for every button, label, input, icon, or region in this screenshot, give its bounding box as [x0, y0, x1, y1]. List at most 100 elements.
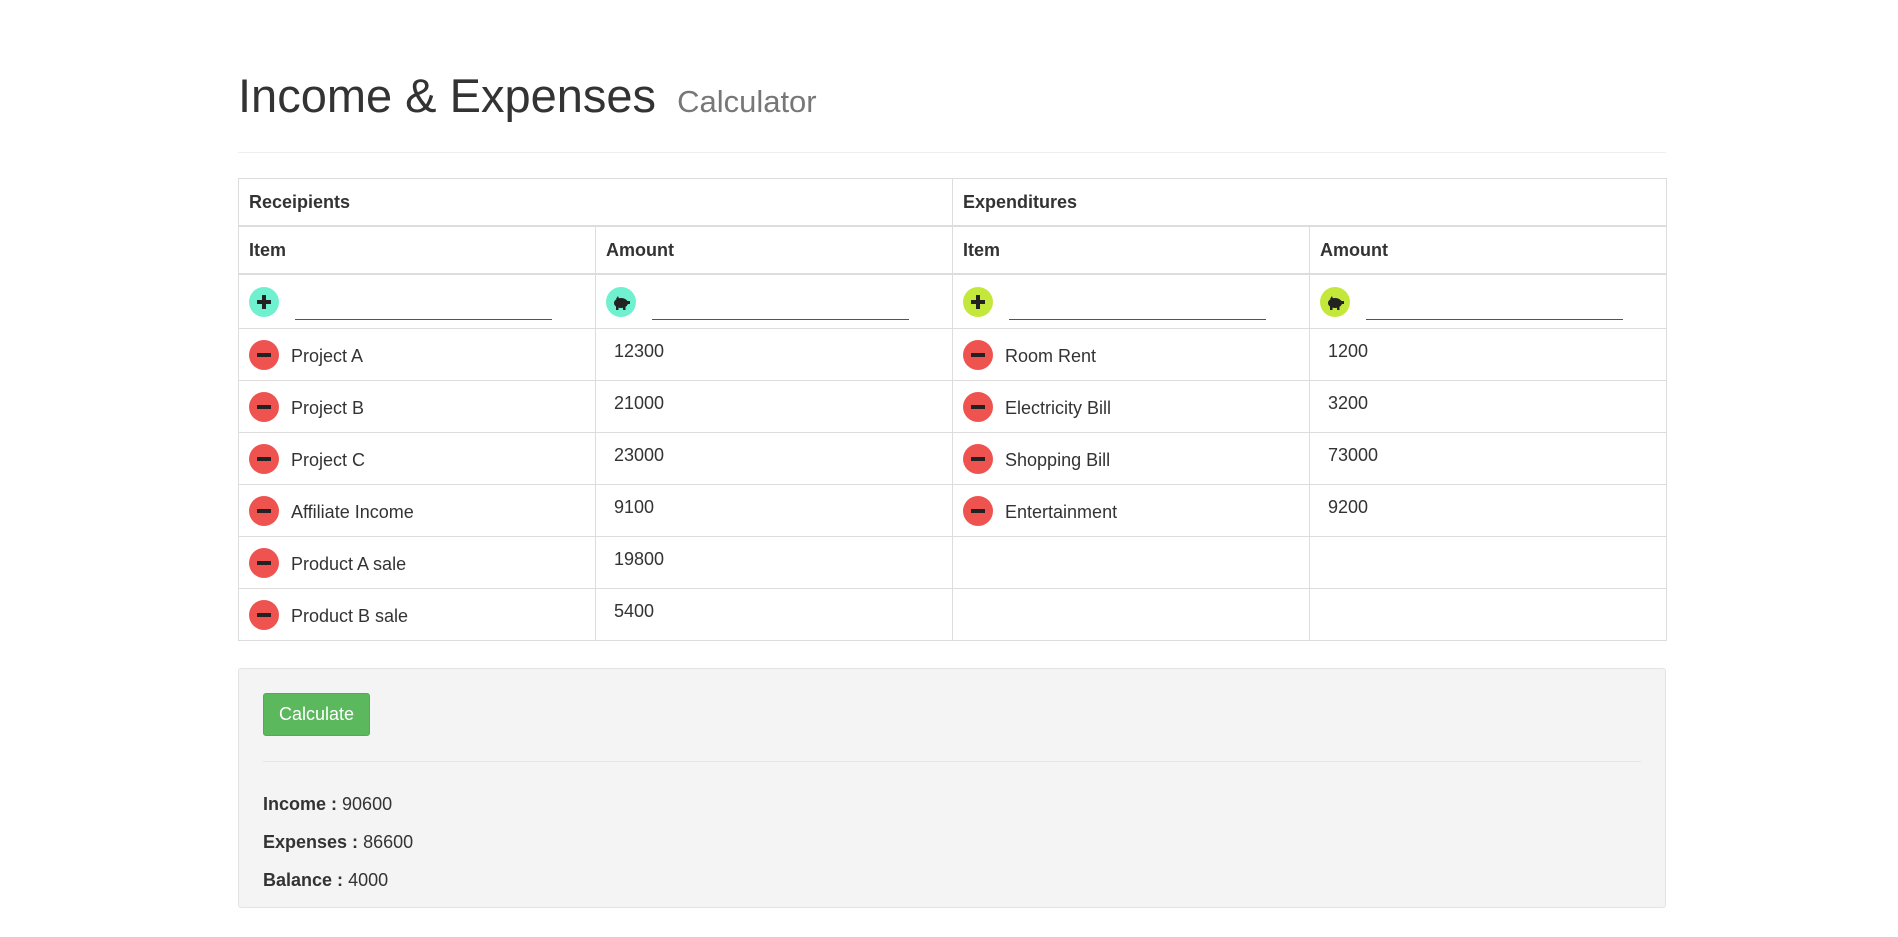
expenditures-remove-button[interactable]	[963, 391, 994, 422]
table-row: Project A 12300 Room Rent 1200	[238, 328, 1668, 381]
receipts-amount-value: 19800	[614, 549, 665, 569]
piggy-bank-icon	[614, 295, 630, 310]
receipts-item-input[interactable]	[295, 295, 552, 320]
receipts-item-label: Affiliate Income	[291, 502, 414, 522]
expenses-result: Expenses : 86600	[263, 823, 1641, 861]
table-row: Project B 21000 Electricity Bill 3200	[238, 380, 1668, 433]
receipts-item-input-cell	[238, 273, 596, 329]
expenditures-item-input[interactable]	[1009, 295, 1267, 320]
plus-icon	[971, 294, 986, 309]
minus-icon	[257, 508, 271, 513]
expenditures-item-cell	[952, 588, 1311, 641]
receipts-amount-value: 9100	[614, 497, 655, 517]
receipts-item-cell: Project A	[238, 328, 596, 381]
expenditures-amount-input-cell	[1309, 273, 1668, 329]
income-label: Income :	[263, 794, 338, 814]
receipts-item-column-header: Item	[238, 225, 596, 275]
expenditures-item-label: Shopping Bill	[1005, 450, 1111, 470]
input-row	[238, 273, 1668, 329]
page-title: Income & Expenses Calculator	[238, 70, 1666, 128]
table-row: Affiliate Income 9100 Entertainment 9200	[238, 484, 1668, 537]
expenditures-remove-button[interactable]	[963, 443, 994, 474]
balance-label: Balance :	[263, 870, 344, 890]
table-row: Product B sale 5400	[238, 588, 1668, 641]
income-value: 90600	[342, 794, 393, 814]
balance-result: Balance : 4000	[263, 861, 1641, 899]
expenditures-remove-button[interactable]	[963, 339, 994, 370]
expenditures-amount-value: 1200	[1328, 341, 1369, 361]
expenditures-item-input-cell	[952, 273, 1311, 329]
receipts-amount-cell: 19800	[594, 536, 954, 589]
receipts-item-label: Product A sale	[291, 554, 407, 574]
receipts-remove-button[interactable]	[249, 599, 279, 630]
minus-icon	[257, 612, 271, 617]
expenditures-item-cell: Room Rent	[952, 328, 1311, 381]
expenditures-amount-icon-badge	[1320, 286, 1351, 317]
receipts-item-label: Project B	[291, 398, 365, 418]
income-result: Income : 90600	[263, 785, 1641, 823]
expenditures-remove-button[interactable]	[963, 495, 994, 526]
divider	[263, 761, 1641, 762]
results-panel: Calculate Income : 90600 Expenses : 8660…	[238, 668, 1666, 908]
receipts-remove-button[interactable]	[249, 391, 279, 422]
receipts-amount-icon-badge	[606, 286, 636, 317]
expenditures-amount-cell	[1309, 536, 1668, 589]
receipts-section-header: Receipients	[237, 178, 954, 227]
page-subtitle: Calculator	[677, 84, 817, 119]
expenditures-item-label: Entertainment	[1005, 502, 1118, 522]
piggy-bank-icon	[1328, 295, 1345, 310]
balance-value: 4000	[348, 870, 389, 890]
expenses-label: Expenses :	[263, 832, 359, 852]
receipts-amount-value: 21000	[614, 393, 665, 413]
expenditures-amount-cell	[1309, 588, 1668, 641]
receipts-amount-column-header: Amount	[594, 225, 954, 275]
expenditures-item-cell: Shopping Bill	[952, 432, 1311, 485]
page-header: Income & Expenses Calculator	[238, 70, 1666, 153]
expenditures-amount-value: 3200	[1328, 393, 1369, 413]
expenditures-item-cell	[952, 536, 1311, 589]
minus-icon	[971, 508, 986, 513]
receipts-amount-cell: 12300	[594, 328, 954, 381]
receipts-item-cell: Project B	[238, 380, 596, 433]
expenditures-amount-cell: 9200	[1309, 484, 1668, 537]
table-row: Project C 23000 Shopping Bill 73000	[238, 432, 1668, 485]
receipts-item-label: Product B sale	[291, 606, 409, 626]
expenditures-amount-value: 9200	[1328, 497, 1369, 517]
receipts-item-cell: Product A sale	[238, 536, 596, 589]
page-title-text: Income & Expenses	[238, 69, 656, 122]
receipts-remove-button[interactable]	[249, 495, 279, 526]
receipts-remove-button[interactable]	[249, 547, 279, 578]
expenditures-amount-cell: 3200	[1309, 380, 1668, 433]
receipts-amount-cell: 23000	[594, 432, 954, 485]
plus-icon	[257, 294, 271, 309]
data-rows: Project A 12300 Room Rent 1200 Project B 2100…	[238, 328, 1668, 641]
receipts-remove-button[interactable]	[249, 339, 279, 370]
minus-icon	[257, 352, 271, 357]
column-header-row: Item Amount Item Amount	[238, 225, 1668, 275]
receipts-amount-value: 23000	[614, 445, 665, 465]
receipts-item-cell: Product B sale	[238, 588, 596, 641]
section-header-row: Receipients Expenditures	[237, 178, 1668, 227]
receipts-amount-cell: 9100	[594, 484, 954, 537]
expenditures-section-header: Expenditures	[952, 178, 1668, 227]
minus-icon	[971, 404, 986, 409]
main-container: Income & Expenses Calculator Receipients…	[237, 0, 1668, 908]
expenditures-amount-input[interactable]	[1366, 295, 1624, 320]
receipts-amount-value: 12300	[614, 341, 665, 361]
expenditures-add-button[interactable]	[963, 286, 994, 317]
receipts-remove-button[interactable]	[249, 443, 279, 474]
minus-icon	[257, 560, 271, 565]
expenditures-item-cell: Entertainment	[952, 484, 1311, 537]
receipts-item-cell: Affiliate Income	[238, 484, 596, 537]
receipts-amount-input[interactable]	[652, 295, 909, 320]
expenditures-item-cell: Electricity Bill	[952, 380, 1311, 433]
table-row: Product A sale 19800	[238, 536, 1668, 589]
receipts-item-label: Project A	[291, 346, 364, 366]
calculate-button[interactable]: Calculate	[263, 693, 371, 736]
expenditures-amount-cell: 1200	[1309, 328, 1668, 381]
receipts-add-button[interactable]	[249, 286, 279, 317]
minus-icon	[257, 404, 271, 409]
receipts-amount-input-cell	[594, 273, 954, 329]
expenditures-item-column-header: Item	[952, 225, 1311, 275]
receipts-amount-value: 5400	[614, 601, 655, 621]
